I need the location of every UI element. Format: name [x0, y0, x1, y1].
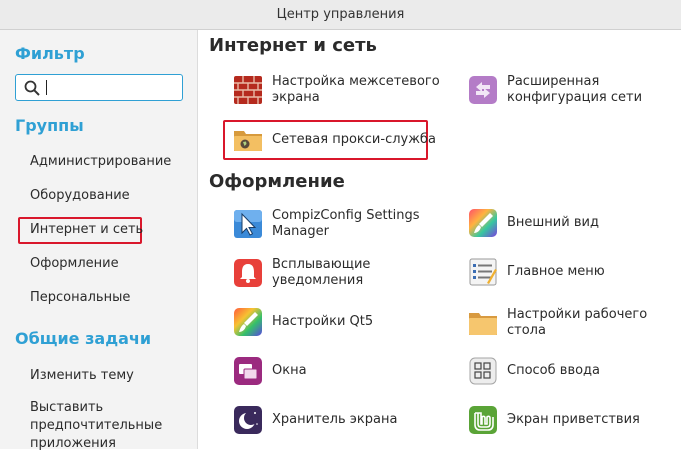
window-title: Центр управления: [276, 7, 405, 22]
item-label: Всплывающие уведомления: [272, 257, 371, 288]
tasks-heading: Общие задачи: [15, 329, 152, 348]
item-label: Способ ввода: [507, 363, 601, 378]
item-windows[interactable]: Окна: [233, 356, 442, 386]
item-label: Главное меню: [507, 264, 605, 279]
sidebar-item-appearance[interactable]: Оформление: [30, 256, 119, 271]
text-caret: [46, 80, 47, 95]
firewall-brick-icon: [234, 76, 262, 104]
item-firewall[interactable]: Настройка межсетевого экрана: [233, 74, 442, 106]
item-proxy[interactable]: Сетевая прокси-служба: [233, 125, 442, 155]
item-input-method[interactable]: Способ ввода: [468, 356, 657, 386]
filter-heading: Фильтр: [15, 44, 85, 63]
item-label: Настройка межсетевого экрана: [272, 74, 440, 105]
windows-icon: [234, 357, 262, 385]
section-title-internet: Интернет и сеть: [209, 35, 377, 56]
sidebar-item-internet[interactable]: Интернет и сеть: [30, 222, 143, 237]
item-label: Настройки рабочего стола: [507, 307, 648, 338]
item-label: Расширенная конфигурация сети: [507, 74, 643, 105]
item-label: Внешний вид: [507, 215, 599, 230]
desktop-folder-icon: [469, 313, 497, 335]
sidebar-item-hardware[interactable]: Оборудование: [30, 188, 130, 203]
search-icon: [24, 80, 40, 96]
mint-greeter-icon: [469, 406, 497, 434]
task-preferred-apps[interactable]: Выставить предпочтительные приложения: [30, 399, 180, 453]
task-change-theme[interactable]: Изменить тему: [30, 368, 134, 383]
search-input[interactable]: [15, 74, 183, 101]
item-appearance[interactable]: Внешний вид: [468, 208, 657, 238]
qt5-brush-icon: [234, 308, 262, 336]
brush-icon: [469, 209, 497, 237]
item-label: Хранитель экрана: [272, 412, 398, 427]
network-config-icon: [469, 76, 497, 104]
screensaver-moon-icon: [234, 406, 262, 434]
proxy-folder-icon: [234, 131, 262, 151]
sidebar-item-administration[interactable]: Администрирование: [30, 154, 171, 169]
item-welcome-screen[interactable]: Экран приветствия: [468, 405, 657, 435]
item-main-menu[interactable]: Главное меню: [468, 257, 657, 287]
bell-icon: [234, 259, 262, 287]
item-notifications[interactable]: Всплывающие уведомления: [233, 257, 442, 289]
sidebar: Фильтр Группы Администрирование Оборудов…: [0, 30, 198, 451]
window-titlebar: Центр управления: [0, 0, 681, 30]
item-network-config[interactable]: Расширенная конфигурация сети: [468, 74, 657, 106]
compiz-cursor-icon: [234, 210, 262, 238]
item-compiz[interactable]: CompizConfig Settings Manager: [233, 208, 442, 240]
item-label: Настройки Qt5: [272, 314, 374, 329]
item-desktop-settings[interactable]: Настройки рабочего стола: [468, 307, 677, 339]
main-panel: Интернет и сеть Настройка межсетевого эк…: [198, 30, 681, 449]
input-method-icon: [469, 357, 497, 385]
item-screensaver[interactable]: Хранитель экрана: [233, 405, 442, 435]
item-label: CompizConfig Settings Manager: [272, 208, 420, 239]
item-label: Экран приветствия: [507, 412, 640, 427]
item-qt5[interactable]: Настройки Qt5: [233, 307, 442, 337]
item-label: Сетевая прокси-служба: [272, 132, 436, 147]
item-label: Окна: [272, 363, 307, 378]
sidebar-item-personal[interactable]: Персональные: [30, 290, 130, 305]
groups-heading: Группы: [15, 116, 84, 135]
menu-list-icon: [469, 258, 497, 286]
section-title-appearance: Оформление: [209, 171, 345, 192]
